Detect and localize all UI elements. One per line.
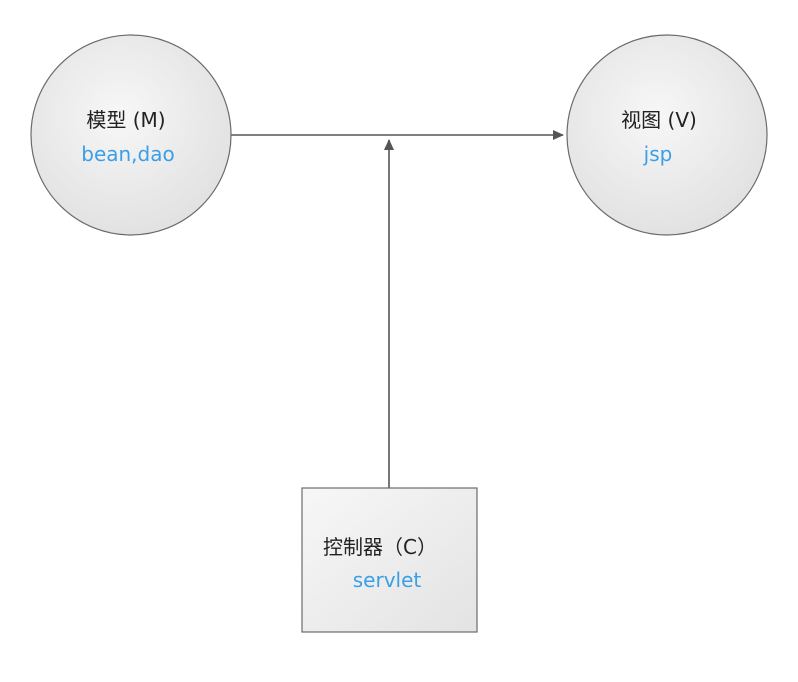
model-subtitle: bean,dao: [81, 142, 174, 166]
controller-node: 控制器（C） servlet: [301, 487, 478, 633]
mvc-diagram: 模型 (M) bean,dao 视图 (V) jsp 控制器（C） servle…: [30, 34, 768, 633]
controller-subtitle: servlet: [353, 568, 422, 592]
model-circle: [30, 34, 232, 236]
view-subtitle: jsp: [643, 142, 673, 166]
model-title: 模型 (M): [86, 108, 165, 132]
view-circle: [566, 34, 768, 236]
view-node: 视图 (V) jsp: [566, 34, 768, 236]
controller-box: [301, 487, 478, 633]
view-title: 视图 (V): [621, 108, 697, 132]
controller-title: 控制器（C）: [323, 535, 437, 559]
model-node: 模型 (M) bean,dao: [30, 34, 232, 236]
